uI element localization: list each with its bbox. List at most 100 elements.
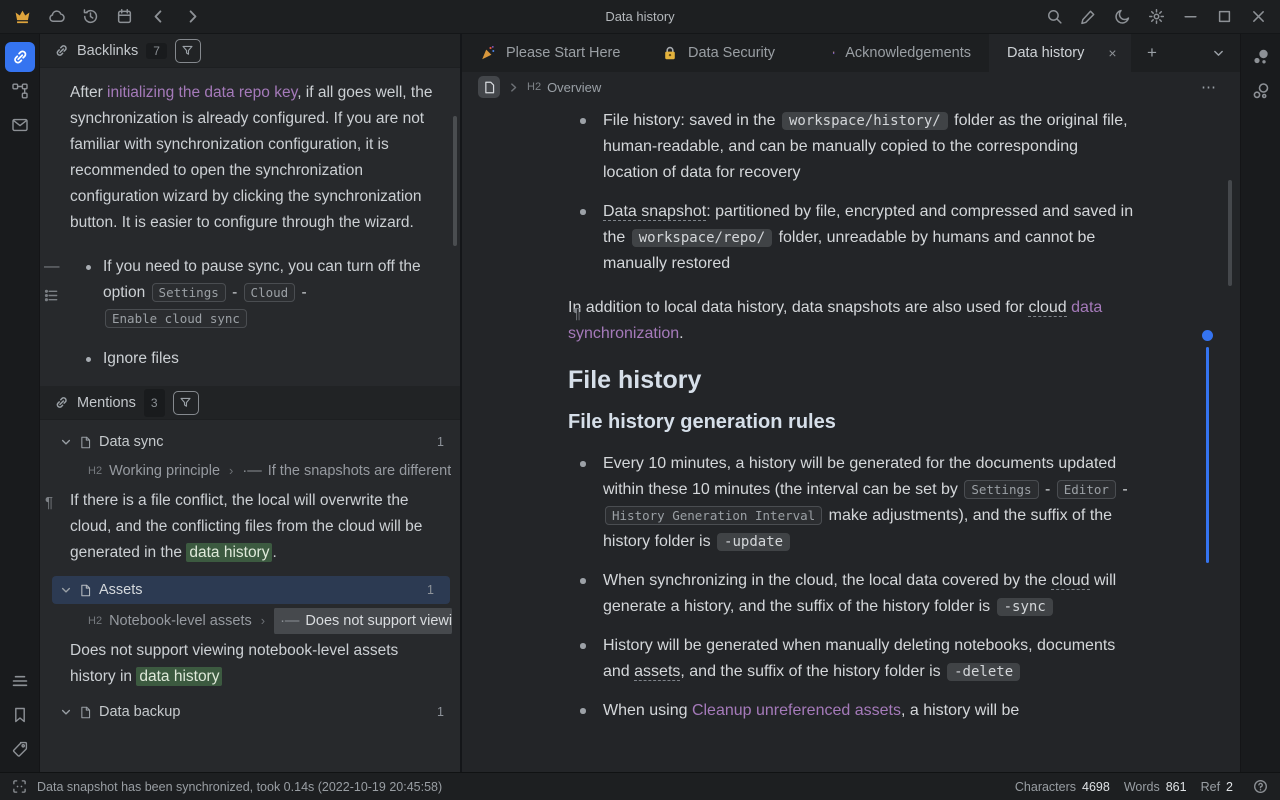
back-icon[interactable] xyxy=(144,4,172,30)
forward-icon[interactable] xyxy=(178,4,206,30)
new-tab-button[interactable]: + xyxy=(1131,34,1173,72)
ref-value: 2 xyxy=(1226,780,1233,794)
backlinks-filter-button[interactable] xyxy=(175,39,201,63)
scroll-position-line xyxy=(1206,347,1209,563)
mentions-filter-button[interactable] xyxy=(173,391,199,415)
heading-file-history[interactable]: File history xyxy=(568,367,1134,393)
tree-doc-label: Assets xyxy=(99,577,143,603)
mention-breadcrumb[interactable]: H2 Notebook-level assets › ·—Does not su… xyxy=(40,608,460,634)
minimize-icon[interactable] xyxy=(1176,4,1204,30)
editor-list-item[interactable]: When using Cleanup unreferenced assets, … xyxy=(568,698,1134,724)
tab-label: Data Security xyxy=(688,45,775,61)
graph-icon[interactable] xyxy=(1246,42,1276,72)
titlebar-right xyxy=(1040,4,1280,30)
backlinks-link-icon[interactable] xyxy=(5,42,35,72)
link-icon xyxy=(54,43,69,58)
editor-list-item[interactable]: Data snapshot: partitioned by file, encr… xyxy=(568,199,1134,277)
workspace-crown-icon[interactable] xyxy=(8,4,36,30)
editor-list-item[interactable]: History will be generated when manually … xyxy=(568,633,1134,685)
gutter-drag-icon[interactable]: — xyxy=(44,254,60,280)
status-bar: Data snapshot has been synchronized, too… xyxy=(0,772,1280,800)
document-icon xyxy=(79,584,92,597)
tab-acknowledgements[interactable]: Acknowledgements xyxy=(814,34,989,72)
tab-label: Data history xyxy=(1007,45,1084,61)
tab-data-history[interactable]: Data history × xyxy=(989,34,1131,72)
maximize-icon[interactable] xyxy=(1210,4,1238,30)
mention-paragraph[interactable]: ¶ If there is a file conflict, the local… xyxy=(40,484,460,572)
breadcrumb: H2 Overview ⋯ xyxy=(462,72,1240,102)
party-popper-icon xyxy=(480,45,496,61)
crumb-title: Working principle xyxy=(109,458,220,484)
tree-doc-count: 1 xyxy=(437,429,444,455)
backlink-list-item[interactable]: Ignore files xyxy=(70,346,434,372)
crumb-separator: › xyxy=(261,608,265,634)
editor-scrollbar[interactable] xyxy=(1228,180,1232,286)
app-window: Data history xyxy=(0,0,1280,800)
mention-paragraph[interactable]: Does not support viewing notebook-level … xyxy=(40,634,460,696)
editor-list-item[interactable]: When synchronizing in the cloud, the loc… xyxy=(568,568,1134,620)
settings-gear-icon[interactable] xyxy=(1142,4,1170,30)
words-value: 861 xyxy=(1166,780,1187,794)
lock-icon xyxy=(662,45,678,61)
tree-row-data-sync[interactable]: Data sync 1 xyxy=(40,428,460,456)
heading-generation-rules[interactable]: File history generation rules xyxy=(568,409,1134,435)
global-graph-icon[interactable] xyxy=(1246,76,1276,106)
close-icon[interactable] xyxy=(1244,4,1272,30)
hierarchy-icon[interactable] xyxy=(5,76,35,106)
cloud-sync-icon[interactable] xyxy=(42,4,70,30)
search-icon[interactable] xyxy=(1040,4,1068,30)
breadcrumb-heading-title[interactable]: Overview xyxy=(547,80,601,95)
status-message: Data snapshot has been synchronized, too… xyxy=(37,780,442,794)
block-gutter[interactable]: — xyxy=(44,254,60,303)
editor-list-item[interactable]: Every 10 minutes, a history will be gene… xyxy=(568,451,1134,555)
edit-icon[interactable] xyxy=(1074,4,1102,30)
crumb-snippet: ·—If the snapshots are different xyxy=(242,458,451,484)
chevron-down-icon[interactable] xyxy=(60,584,72,596)
snapshot-icon xyxy=(12,779,27,794)
tab-close-icon[interactable]: × xyxy=(1108,45,1116,61)
crumb-separator: › xyxy=(229,458,233,484)
titlebar: Data history xyxy=(0,0,1280,34)
mention-breadcrumb[interactable]: H2 Working principle › ·—If the snapshot… xyxy=(40,458,460,484)
left-dock xyxy=(0,34,40,772)
breadcrumb-doc-icon[interactable] xyxy=(478,76,500,98)
characters-label: Characters xyxy=(1015,780,1076,794)
tree-doc-count: 1 xyxy=(437,699,444,725)
tab-please-start-here[interactable]: Please Start Here xyxy=(462,34,644,72)
backlink-list-item[interactable]: — If you need to pause sync, you can tur… xyxy=(70,254,434,332)
inbox-icon[interactable] xyxy=(5,110,35,140)
chevron-down-icon[interactable] xyxy=(60,706,72,718)
tree-row-data-backup[interactable]: Data backup 1 xyxy=(40,698,460,726)
calendar-icon[interactable] xyxy=(110,4,138,30)
bookmark-icon[interactable] xyxy=(5,700,35,730)
characters-value: 4698 xyxy=(1082,780,1110,794)
theme-moon-icon[interactable] xyxy=(1108,4,1136,30)
mentions-tree: Data sync 1 H2 Working principle › ·—If … xyxy=(40,420,460,726)
tab-menu-chevron-icon[interactable] xyxy=(1196,34,1240,72)
tag-icon[interactable] xyxy=(5,734,35,764)
history-icon[interactable] xyxy=(76,4,104,30)
editor-list-item[interactable]: File history: saved in the workspace/his… xyxy=(568,108,1134,186)
outline-icon[interactable] xyxy=(5,666,35,696)
panel-scrollbar[interactable] xyxy=(453,116,457,246)
mentions-title: Mentions xyxy=(77,390,136,416)
paragraph-icon: ¶ xyxy=(573,301,581,327)
tree-doc-count: 1 xyxy=(427,577,434,603)
paragraph-icon: ¶ xyxy=(45,490,53,516)
backlink-paragraph[interactable]: After initializing the data repo key, if… xyxy=(40,68,460,240)
tab-data-security[interactable]: Data Security xyxy=(644,34,814,72)
editor[interactable]: File history: saved in the workspace/his… xyxy=(462,102,1240,772)
ribbon-icon xyxy=(832,45,835,61)
crumb-title: Notebook-level assets xyxy=(109,608,252,634)
editor-paragraph[interactable]: ¶ In addition to local data history, dat… xyxy=(568,295,1134,347)
breadcrumb-more-button[interactable]: ⋯ xyxy=(1201,78,1218,96)
help-icon[interactable] xyxy=(1253,779,1268,794)
backlinks-panel: Backlinks 7 After initializing the data … xyxy=(40,34,462,772)
status-message-group: Data snapshot has been synchronized, too… xyxy=(12,779,442,794)
words-label: Words xyxy=(1124,780,1160,794)
tab-label: Acknowledgements xyxy=(845,45,971,61)
chevron-down-icon[interactable] xyxy=(60,436,72,448)
tab-label: Please Start Here xyxy=(506,45,620,61)
gutter-list-icon[interactable] xyxy=(44,288,59,303)
tree-row-assets[interactable]: Assets 1 xyxy=(52,576,450,604)
